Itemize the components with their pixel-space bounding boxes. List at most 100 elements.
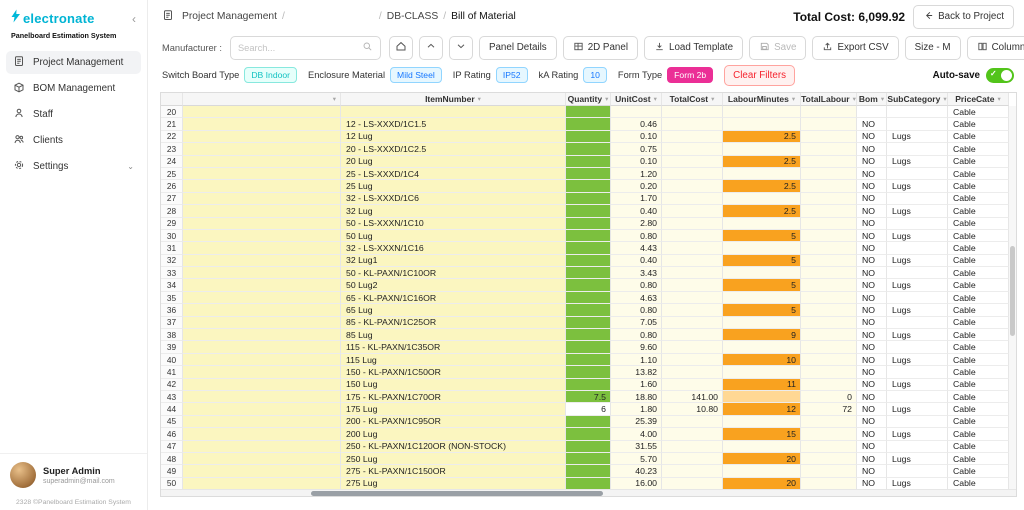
cell-unit-cost[interactable]: 0.80 — [611, 229, 662, 243]
row-number[interactable]: 43 — [161, 390, 183, 404]
cell-labour-minutes[interactable] — [723, 415, 801, 429]
cell-total-labour[interactable] — [801, 304, 857, 317]
cell-total-labour[interactable] — [801, 143, 857, 156]
cell-labour-minutes[interactable] — [723, 192, 801, 206]
cell-bom[interactable]: NO — [857, 205, 887, 218]
cell-item-number[interactable]: 150 Lug — [341, 378, 566, 391]
cell-blank[interactable] — [183, 143, 341, 156]
cell-unit-cost[interactable]: 5.70 — [611, 452, 662, 466]
vertical-scrollbar-thumb[interactable] — [1010, 246, 1015, 336]
cell-total-labour[interactable] — [801, 254, 857, 268]
row-number[interactable]: 29 — [161, 217, 183, 230]
cell-price-category[interactable]: Cable — [948, 403, 1009, 416]
column-header-subcategory[interactable]: SubCategory ▾ — [887, 93, 948, 106]
filter-tag-form-2b[interactable]: Form 2b — [667, 66, 714, 84]
row-number[interactable]: 47 — [161, 440, 183, 453]
cell-blank[interactable] — [183, 329, 341, 342]
row-number[interactable]: 21 — [161, 118, 183, 131]
cell-quantity[interactable] — [566, 143, 611, 156]
cell-sub-category[interactable] — [887, 267, 948, 280]
search-icon[interactable] — [362, 39, 373, 57]
cell-labour-minutes[interactable] — [723, 106, 801, 119]
home-button[interactable] — [388, 35, 413, 60]
cell-blank[interactable] — [183, 180, 341, 193]
cell-labour-minutes[interactable] — [723, 242, 801, 255]
cell-sub-category[interactable]: Lugs — [887, 353, 948, 367]
cell-labour-minutes[interactable]: 12 — [723, 403, 801, 416]
cell-labour-minutes[interactable] — [723, 366, 801, 379]
cell-bom[interactable]: NO — [857, 329, 887, 342]
cell-total-labour[interactable] — [801, 316, 857, 330]
cell-bom[interactable]: NO — [857, 130, 887, 144]
cell-total-cost[interactable] — [662, 180, 723, 193]
search-input[interactable] — [237, 42, 358, 53]
cell-unit-cost[interactable]: 0.46 — [611, 118, 662, 131]
cell-total-labour[interactable] — [801, 465, 857, 478]
cell-quantity[interactable] — [566, 366, 611, 379]
cell-blank[interactable] — [183, 415, 341, 429]
back-to-project-button[interactable]: Back to Project — [913, 4, 1014, 29]
row-number[interactable]: 31 — [161, 242, 183, 255]
cell-price-category[interactable]: Cable — [948, 329, 1009, 342]
cell-bom[interactable]: NO — [857, 167, 887, 181]
cell-item-number[interactable]: 85 - KL-PAXN/1C25OR — [341, 316, 566, 330]
column-header-totalcost[interactable]: TotalCost ▾ — [662, 93, 723, 106]
cell-total-cost[interactable] — [662, 267, 723, 280]
cell-quantity[interactable] — [566, 291, 611, 305]
export-csv-button[interactable]: Export CSV — [812, 35, 899, 60]
cell-unit-cost[interactable]: 3.43 — [611, 267, 662, 280]
cell-bom[interactable]: NO — [857, 316, 887, 330]
column-header-unitcost[interactable]: UnitCost ▾ — [611, 93, 662, 106]
cell-sub-category[interactable] — [887, 366, 948, 379]
row-number[interactable]: 26 — [161, 180, 183, 193]
cell-total-labour[interactable] — [801, 229, 857, 243]
cell-sub-category[interactable] — [887, 217, 948, 230]
row-number[interactable]: 48 — [161, 452, 183, 466]
sidebar-item-bom-management[interactable]: BOM Management — [6, 77, 141, 100]
cell-total-cost[interactable] — [662, 229, 723, 243]
cell-bom[interactable]: NO — [857, 242, 887, 255]
cell-blank[interactable] — [183, 378, 341, 391]
cell-item-number[interactable]: 50 - KL-PAXN/1C10OR — [341, 267, 566, 280]
vertical-scrollbar[interactable] — [1009, 106, 1016, 489]
cell-blank[interactable] — [183, 316, 341, 330]
cell-bom[interactable]: NO — [857, 143, 887, 156]
cell-blank[interactable] — [183, 291, 341, 305]
row-number[interactable]: 28 — [161, 205, 183, 218]
cell-blank[interactable] — [183, 167, 341, 181]
cell-price-category[interactable]: Cable — [948, 341, 1009, 354]
cell-labour-minutes[interactable]: 5 — [723, 304, 801, 317]
cell-price-category[interactable]: Cable — [948, 106, 1009, 119]
cell-price-category[interactable]: Cable — [948, 180, 1009, 193]
cell-quantity[interactable] — [566, 353, 611, 367]
collapse-up-button[interactable] — [418, 35, 443, 60]
cell-total-cost[interactable]: 10.80 — [662, 403, 723, 416]
cell-unit-cost[interactable]: 25.39 — [611, 415, 662, 429]
cell-labour-minutes[interactable]: 2.5 — [723, 180, 801, 193]
cell-price-category[interactable]: Cable — [948, 167, 1009, 181]
sidebar-collapse-button[interactable]: ‹ — [129, 13, 139, 25]
cell-blank[interactable] — [183, 366, 341, 379]
cell-bom[interactable]: NO — [857, 291, 887, 305]
cell-unit-cost[interactable]: 40.23 — [611, 465, 662, 478]
columns-button[interactable]: Columns — [966, 35, 1024, 60]
sidebar-item-clients[interactable]: Clients — [6, 129, 141, 152]
cell-total-cost[interactable] — [662, 452, 723, 466]
column-header-pricecate[interactable]: PriceCate ▾ — [948, 93, 1009, 106]
row-number[interactable]: 20 — [161, 106, 183, 119]
cell-bom[interactable]: NO — [857, 180, 887, 193]
cell-bom[interactable]: NO — [857, 217, 887, 230]
2d-panel-button[interactable]: 2D Panel — [562, 35, 638, 60]
cell-blank[interactable] — [183, 229, 341, 243]
cell-sub-category[interactable] — [887, 390, 948, 404]
cell-total-cost[interactable]: 141.00 — [662, 390, 723, 404]
row-number[interactable]: 46 — [161, 428, 183, 441]
cell-sub-category[interactable] — [887, 415, 948, 429]
cell-bom[interactable]: NO — [857, 465, 887, 478]
cell-total-labour[interactable] — [801, 242, 857, 255]
cell-total-cost[interactable] — [662, 366, 723, 379]
cell-quantity[interactable]: 7.5 — [566, 390, 611, 404]
cell-unit-cost[interactable]: 0.10 — [611, 130, 662, 144]
cell-item-number[interactable]: 50 - LS-XXXN/1C10 — [341, 217, 566, 230]
cell-blank[interactable] — [183, 440, 341, 453]
